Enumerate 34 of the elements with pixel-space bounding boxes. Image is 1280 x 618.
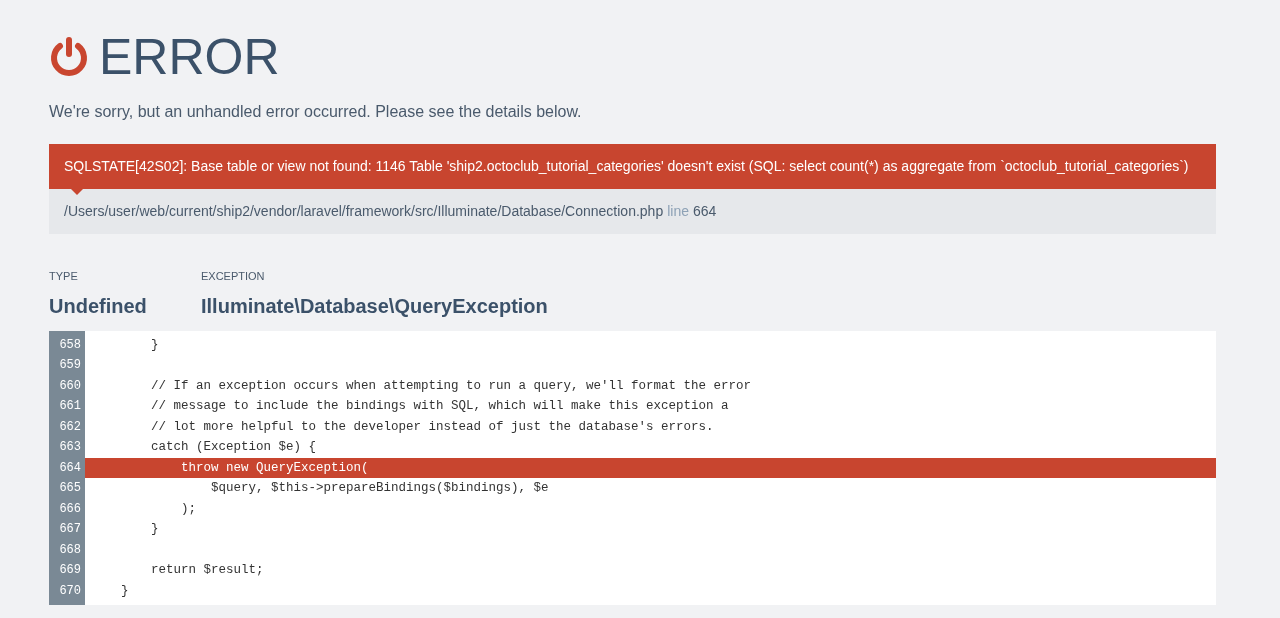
code-line: ); [180,500,198,518]
line-number: 660 [58,377,82,395]
detail-value: Illuminate\Database\QueryException [201,293,548,319]
code-line: } [150,521,160,538]
power-icon [49,36,89,78]
code-line: // If an exception occurs when attempting to run a query, we'll format the error [150,377,753,395]
line-number: 670 [58,582,82,600]
code-line: $query, $this->prepareBindings($bindings), $e [210,480,550,497]
code-line: } [150,336,160,354]
line-number: 663 [58,439,82,456]
code-line: // lot more helpful to the developer instead of just the database's errors. [150,418,715,436]
file-path: /Users/user/web/current/ship2/vendor/laravel/framework/src/Illuminate/Database/Connection.php [64,202,664,221]
line-number: 659 [58,357,82,374]
line-number: 666 [58,500,82,518]
line-label: line [667,202,689,221]
code-line: } [120,582,130,600]
line-number: 668 [58,541,82,559]
error-message-banner: SQLSTATE[42S02]: Base table or view not found: 1146 Table 'ship2.octoclub_tutorial_categories' doesn't exist (SQL: select count(*) as aggregate from `octoclub_tutorial_categories`) [49,144,1216,189]
code-line: catch (Exception $e) { [150,439,318,456]
detail-label: TYPE [49,269,79,284]
line-number: 658 [58,336,82,354]
page-title: ERROR [99,28,280,86]
line-number: 665 [58,480,82,497]
line-number: 664 [58,459,82,477]
detail-value: Undefined [49,293,148,319]
detail-label: EXCEPTION [201,269,266,284]
error-description: We're sorry, but an unhandled error occurred. Please see the details below. [49,102,583,122]
line-number: 662 [58,418,82,436]
code-line: // message to include the bindings with SQL, which will make this exception a [150,398,730,415]
line-number: 667 [58,521,82,538]
line-number: 661 [58,398,82,415]
line-number: 669 [58,562,82,579]
line-number: 664 [692,202,717,221]
code-line: return $result; [150,562,265,579]
